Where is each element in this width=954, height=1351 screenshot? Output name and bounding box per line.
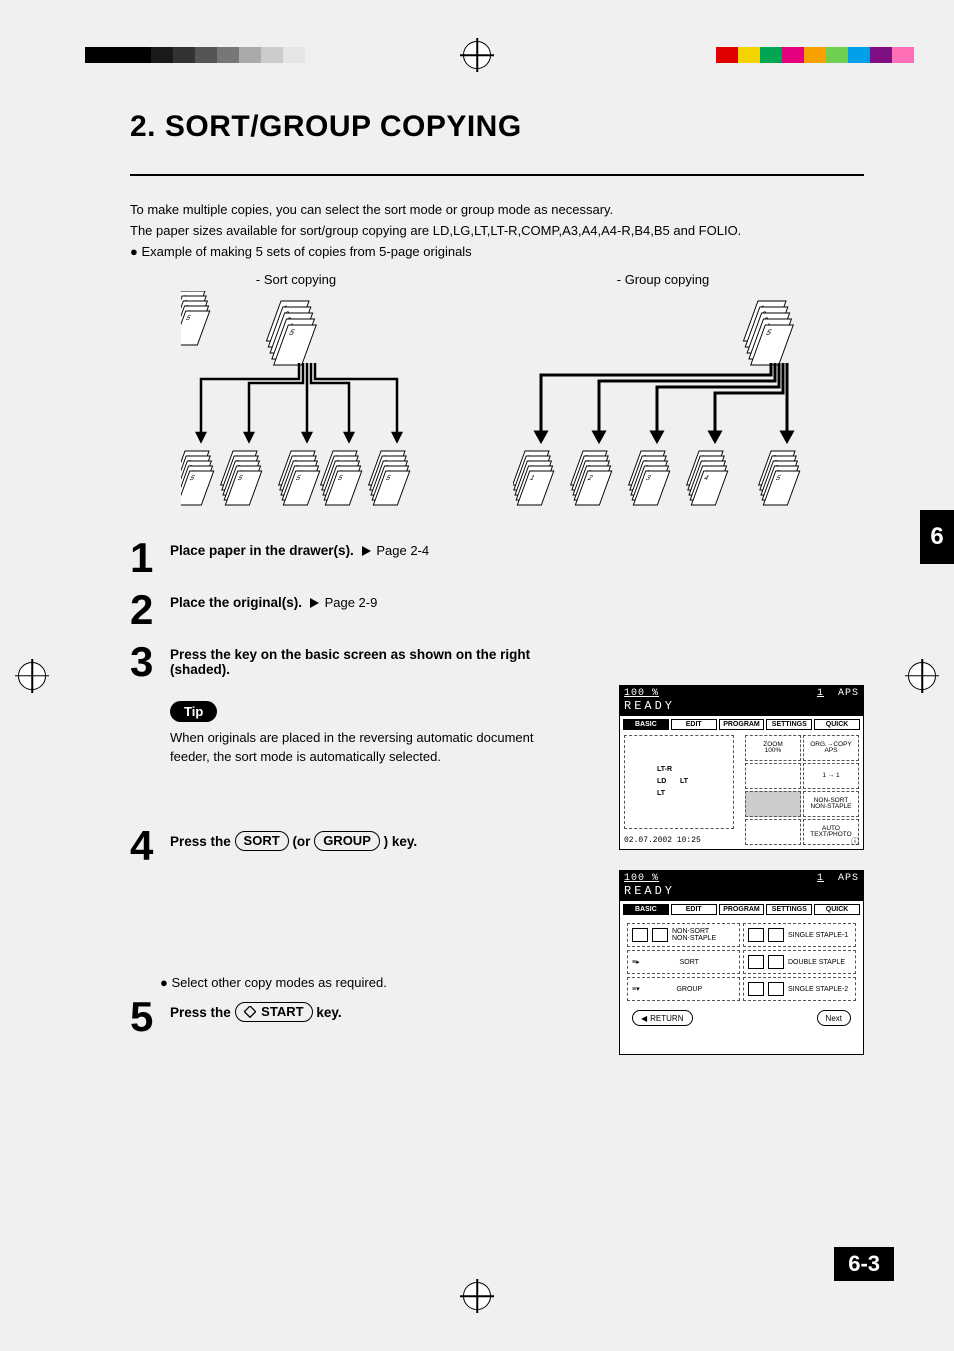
ss-pct: 100 % xyxy=(624,873,659,884)
group-diagram: - Group copying 1 2 3 4 5 xyxy=(513,272,813,521)
ss-aps: APS xyxy=(838,688,859,699)
next-button[interactable]: Next xyxy=(817,1010,851,1026)
step-text: Place the original(s). xyxy=(170,595,302,610)
step-text: Press the key on the basic screen as sho… xyxy=(170,647,530,677)
ss-ready: READY xyxy=(624,884,675,898)
sort-cell-shaded[interactable] xyxy=(745,791,801,817)
step-number: 3 xyxy=(130,643,162,681)
tab-quick[interactable]: QUICK xyxy=(814,719,860,730)
page-title: 2. SORT/GROUP COPYING xyxy=(130,110,864,144)
tab-basic[interactable]: BASIC xyxy=(623,719,669,730)
register-mark-icon xyxy=(908,662,936,690)
tip-label: Tip xyxy=(170,701,217,722)
step-2: 2 Place the original(s). Page 2-9 xyxy=(130,591,864,629)
single-staple2-option[interactable]: SINGLE STAPLE-2 xyxy=(743,977,856,1001)
tab-edit[interactable]: EDIT xyxy=(671,904,717,915)
step-text-mid: (or xyxy=(292,834,314,849)
tab-program[interactable]: PROGRAM xyxy=(719,904,765,915)
step-1: 1 Place paper in the drawer(s). Page 2-4 xyxy=(130,539,864,577)
step-text-suffix: ) key. xyxy=(384,834,418,849)
register-mark-icon xyxy=(463,1282,491,1310)
title-rule xyxy=(130,174,864,176)
intro-line: To make multiple copies, you can select … xyxy=(130,200,864,221)
tab-quick[interactable]: QUICK xyxy=(814,904,860,915)
tab-program[interactable]: PROGRAM xyxy=(719,719,765,730)
sort-key: SORT xyxy=(235,831,289,851)
paper-size: LT-R xyxy=(657,764,733,776)
paper-size: LD xyxy=(657,778,666,785)
page-ref: Page 2-4 xyxy=(376,543,429,558)
lcd-screenshot-sort: 100 % READY 1 APS BASIC EDIT PROGRAM SET… xyxy=(619,870,864,1055)
pointer-icon xyxy=(362,546,371,556)
nonsort-option[interactable]: NON-SORTNON-STAPLE xyxy=(627,923,740,947)
step-text-suffix: key. xyxy=(316,1005,341,1020)
step-number: 2 xyxy=(130,591,162,629)
lcd-screenshot-basic: 100 % READY 1 APS BASIC EDIT PROGRAM SET… xyxy=(619,685,864,850)
nonsort-cell[interactable]: NON-SORTNON-STAPLE xyxy=(803,791,859,817)
step-number: 5 xyxy=(130,998,162,1036)
orientation-cell[interactable] xyxy=(745,763,801,789)
step-text-prefix: Press the xyxy=(170,1005,235,1020)
diamond-icon xyxy=(244,1006,256,1018)
ss-tabs: BASIC EDIT PROGRAM SETTINGS QUICK xyxy=(620,716,863,733)
intro-bullet: Example of making 5 sets of copies from … xyxy=(130,242,864,263)
tab-basic[interactable]: BASIC xyxy=(623,904,669,915)
tip-text: When originals are placed in the reversi… xyxy=(170,728,540,767)
greyscale-swatch-bar xyxy=(85,47,305,63)
ss-ready: READY xyxy=(624,699,675,713)
page-ref: Page 2-9 xyxy=(325,595,378,610)
orgcopy-cell[interactable]: ORG.→COPYAPS xyxy=(803,735,859,761)
sort-diagram: - Sort copying 1 2 3 4 5 xyxy=(181,272,411,521)
step-number: 1 xyxy=(130,539,162,577)
color-swatch-bar xyxy=(716,47,914,63)
double-staple-option[interactable]: DOUBLE STAPLE xyxy=(743,950,856,974)
group-key: GROUP xyxy=(314,831,380,851)
group-option[interactable]: ≡▾GROUP xyxy=(627,977,740,1001)
intro-line: The paper sizes available for sort/group… xyxy=(130,221,864,242)
tab-settings[interactable]: SETTINGS xyxy=(766,719,812,730)
step-text-prefix: Press the xyxy=(170,834,235,849)
ss-aps: APS xyxy=(838,873,859,884)
simplex-cell[interactable]: 1 → 1 xyxy=(803,763,859,789)
chapter-tab: 6 xyxy=(920,510,954,564)
return-button[interactable]: ◀ RETURN xyxy=(632,1010,693,1026)
pointer-icon xyxy=(310,598,319,608)
ss-datetime: 02.07.2002 10:25 xyxy=(624,836,701,847)
step-number: 4 xyxy=(130,827,162,865)
group-diagram-label: - Group copying xyxy=(513,272,813,287)
sort-diagram-label: - Sort copying xyxy=(181,272,411,287)
start-key: START xyxy=(235,1002,313,1022)
zoom-cell[interactable]: ZOOM100% xyxy=(745,735,801,761)
sort-option[interactable]: ≡▸SORT xyxy=(627,950,740,974)
help-icon[interactable]: ⓘ xyxy=(851,836,859,847)
register-mark-icon xyxy=(463,41,491,69)
single-staple1-option[interactable]: SINGLE STAPLE-1 xyxy=(743,923,856,947)
paper-drawer-box: LT-R LD LT LT xyxy=(624,735,734,829)
tab-edit[interactable]: EDIT xyxy=(671,719,717,730)
intro-block: To make multiple copies, you can select … xyxy=(130,200,864,262)
ss-tabs: BASIC EDIT PROGRAM SETTINGS QUICK xyxy=(620,901,863,918)
tab-settings[interactable]: SETTINGS xyxy=(766,904,812,915)
ss-qty: 1 xyxy=(817,873,824,884)
ss-qty: 1 xyxy=(817,688,824,699)
step-text: Place paper in the drawer(s). xyxy=(170,543,354,558)
ss-pct: 100 % xyxy=(624,688,659,699)
register-mark-icon xyxy=(18,662,46,690)
paper-size: LT xyxy=(657,788,733,800)
paper-size: LT xyxy=(680,778,688,785)
